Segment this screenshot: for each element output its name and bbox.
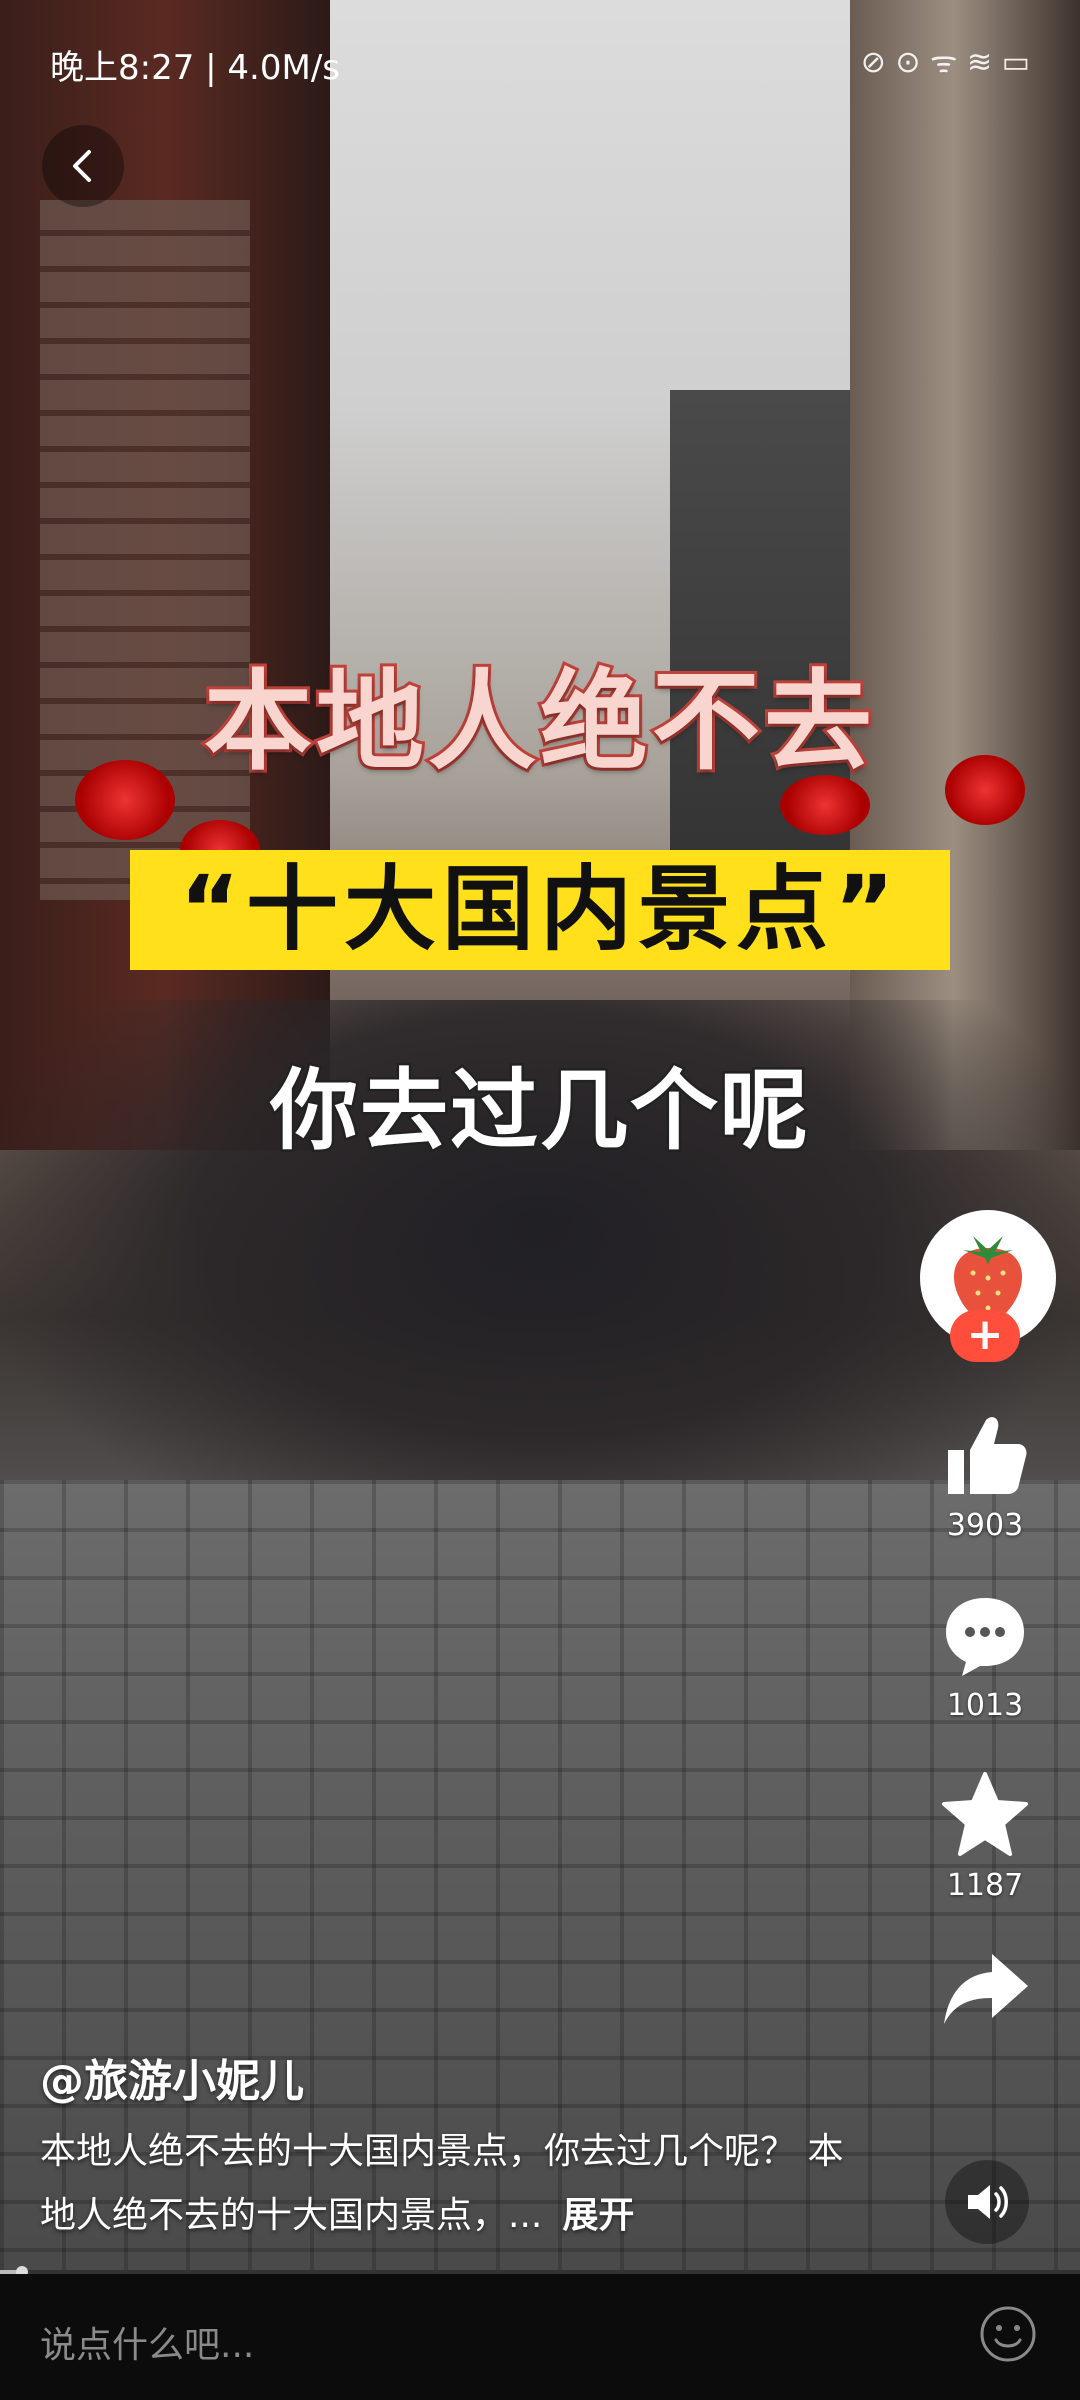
sound-button[interactable]	[945, 2160, 1029, 2244]
like-count: 3903	[946, 1508, 1024, 1543]
comment-count: 1013	[946, 1688, 1024, 1723]
star-icon	[942, 1772, 1028, 1856]
like-button[interactable]: 3903	[930, 1410, 1040, 1543]
comment-button[interactable]: 1013	[930, 1590, 1040, 1723]
back-button[interactable]	[42, 125, 124, 207]
comment-bar: 说点什么吧...	[0, 2274, 1080, 2400]
speaker-icon	[968, 2185, 1008, 2219]
favorite-count: 1187	[946, 1868, 1024, 1903]
chat-bubble-icon	[946, 1598, 1024, 1676]
comment-input[interactable]: 说点什么吧...	[40, 2316, 254, 2368]
status-indicators: ⊘ ⊙ ᯤ ≋ ▭	[860, 45, 1030, 80]
share-button[interactable]	[930, 1950, 1040, 2034]
expand-button[interactable]: 展开	[562, 2195, 634, 2236]
video-title-line3: 你去过几个呢	[267, 1057, 810, 1165]
follow-button[interactable]: +	[950, 1310, 1020, 1362]
video-title-line1: 本地人绝不去	[201, 657, 876, 788]
video-description-text: 本地人绝不去的十大国内景点，你去过几个呢？ 本地人绝不去的十大国内景点，...	[40, 2131, 844, 2236]
favorite-button[interactable]: 1187	[930, 1770, 1040, 1903]
video-title-line2: “十大国内景点”	[179, 856, 901, 963]
author-name[interactable]: @旅游小妮儿	[40, 2045, 304, 2109]
thumb-up-icon	[948, 1417, 1027, 1494]
video-description[interactable]: 本地人绝不去的十大国内景点，你去过几个呢？ 本地人绝不去的十大国内景点，... 展…	[40, 2120, 850, 2248]
smiley-icon[interactable]	[978, 2304, 1038, 2364]
scene-building-right	[850, 0, 1080, 1150]
share-arrow-icon	[944, 1954, 1028, 2024]
status-time-speed: 晚上8:27 | 4.0M/s	[50, 48, 340, 88]
chevron-left-icon	[73, 150, 91, 182]
